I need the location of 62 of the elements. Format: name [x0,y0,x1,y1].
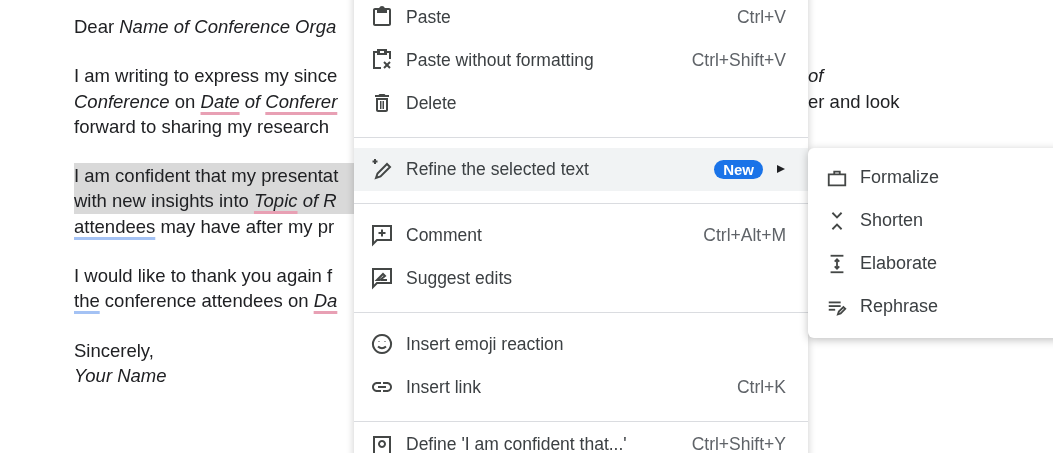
new-badge: New [714,159,763,179]
document-text: may have after my pr [159,214,335,239]
menu-item[interactable]: Delete [354,81,808,125]
menu-label: Suggest edits [406,267,513,289]
menu-item[interactable]: Insert link Ctrl+K [354,365,808,409]
document-text: Conference [74,89,170,114]
submenu-label: Formalize [860,167,939,188]
menu-item[interactable]: Paste without formatting Ctrl+Shift+V [354,38,808,82]
document-text: attendees [74,214,156,239]
clipboard-icon [370,5,394,29]
document-text: conference attendees on [103,289,310,314]
menu-label: Insert emoji reaction [406,333,564,355]
submenu-item[interactable]: Formalize [808,156,1053,199]
menu-item[interactable]: Comment Ctrl+Alt+M [354,213,808,257]
submenu-label: Elaborate [860,253,938,274]
document-text: of [243,89,263,114]
submenu-item[interactable]: Rephrase [808,285,1053,328]
document-text: Da [313,289,338,314]
menu-label: Refine the selected text [406,158,589,180]
keyboard-shortcut: Ctrl+K [736,376,786,398]
document-text: the [74,289,100,314]
clipboard-cross-icon [370,48,394,72]
document-text: Conferer [265,89,338,114]
document-text: of [808,64,824,89]
document-text: Dear [74,15,116,39]
document-text: Date [200,89,240,114]
keyboard-shortcut: Ctrl+Shift+V [691,49,786,71]
document-text: of R [301,189,337,214]
submenu-item[interactable]: Elaborate [808,242,1053,285]
menu-item[interactable]: Refine the selected text New [354,147,808,191]
menu-item[interactable]: Define 'I am confident that...' Ctrl+Shift+Y [354,431,808,453]
menu-item[interactable]: Suggest edits [354,256,808,300]
document-text: on [173,89,197,114]
smiley-icon [370,332,394,356]
keyboard-shortcut: Ctrl+V [736,6,786,28]
document-text: I am writing to express my since [74,64,338,89]
pen-sparkle-icon [370,157,394,181]
keyboard-shortcut: Ctrl+Alt+M [703,224,786,246]
menu-label: Paste without formatting [406,49,594,71]
suggest-edit-icon [370,266,394,290]
menu-label: Define 'I am confident that...' [406,433,627,453]
menu-label: Delete [406,92,457,114]
menu-item[interactable]: Paste Ctrl+V [354,0,808,39]
menu-label: Insert link [406,376,481,398]
document-text: Topic [253,189,298,214]
comment-plus-icon [370,223,394,247]
document-text: I am confident that my presentat [74,164,339,189]
document-text: Your Name [74,363,167,388]
document-text: Name of Conference Orga [119,15,337,39]
document-text: er and look [808,89,900,114]
keyboard-shortcut: Ctrl+Shift+Y [691,433,786,453]
book-icon [370,433,394,453]
document-text: forward to sharing my research [74,114,329,139]
document-text: Sincerely, [74,338,154,363]
menu-label: Paste [406,6,451,28]
submenu-label: Shorten [860,210,924,231]
document-text: with new insights into [74,189,250,214]
submenu-item[interactable]: Shorten [808,199,1053,242]
submenu-label: Rephrase [860,296,939,317]
menu-label: Comment [406,224,482,246]
menu-item[interactable]: Insert emoji reaction [354,322,808,366]
document-text: I would like to thank you again f [74,264,333,289]
